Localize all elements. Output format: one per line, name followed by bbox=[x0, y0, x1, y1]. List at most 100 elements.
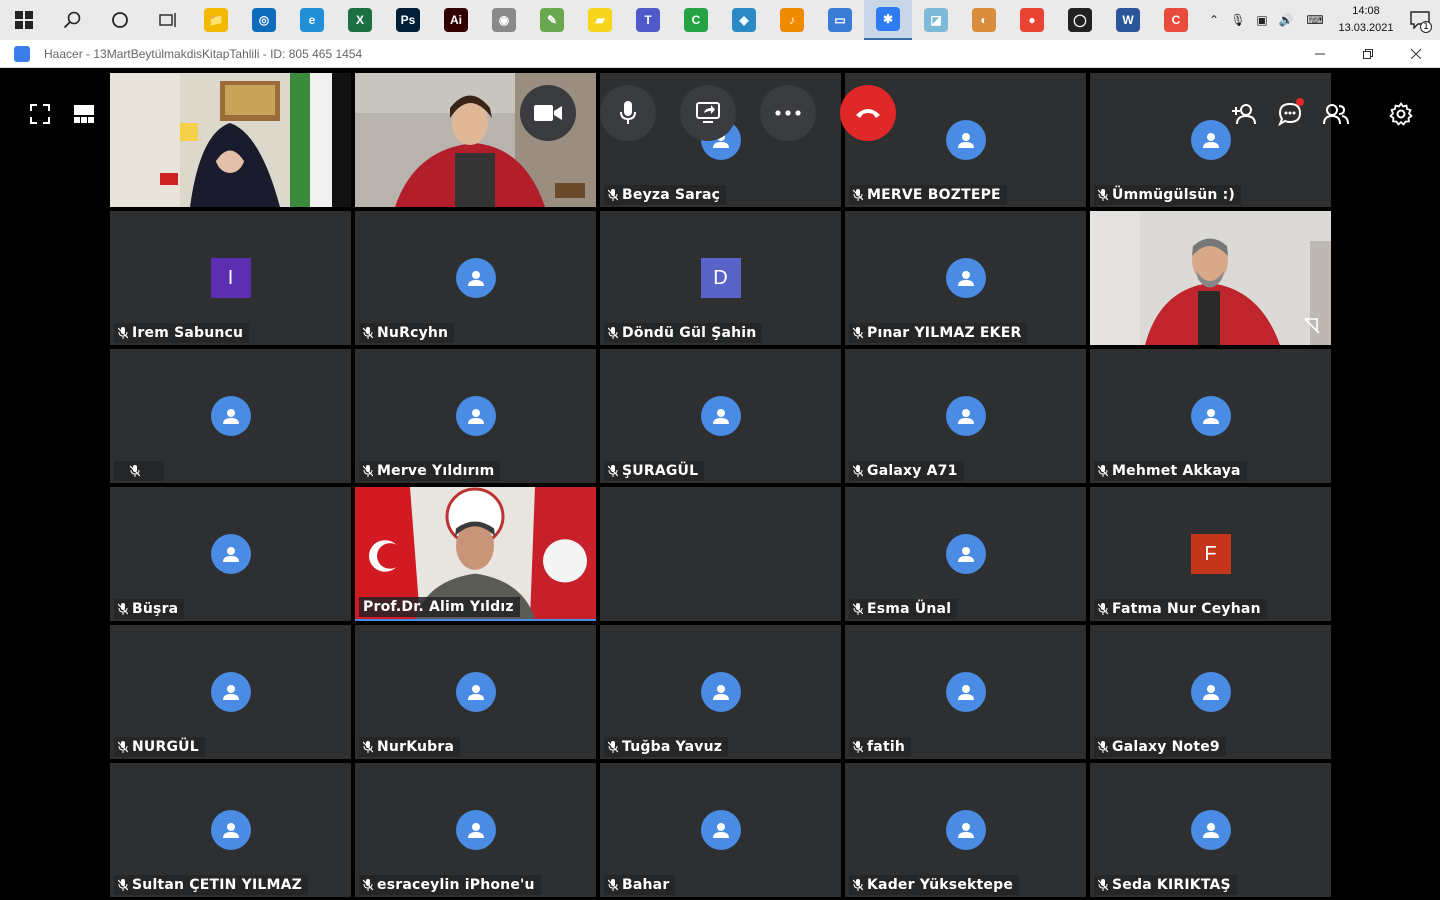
more-options-button[interactable] bbox=[760, 85, 816, 141]
hang-up-button[interactable] bbox=[840, 85, 896, 141]
taskbar-app-button[interactable]: ▭ bbox=[816, 0, 864, 40]
search-button[interactable] bbox=[48, 0, 96, 40]
participant-name-tag: Büşra bbox=[114, 599, 185, 619]
taskbar-app-button[interactable]: C bbox=[1152, 0, 1200, 40]
network-icon[interactable]: ▣ bbox=[1250, 0, 1274, 40]
chat-button[interactable] bbox=[1274, 98, 1306, 130]
participant-tile[interactable]: Tuğba Yavuz bbox=[600, 625, 841, 759]
participant-tile[interactable]: Galaxy Note9 bbox=[1090, 625, 1331, 759]
start-button[interactable] bbox=[0, 0, 48, 40]
participant-tile[interactable]: F Fatma Nur Ceyhan bbox=[1090, 487, 1331, 621]
participant-tile[interactable]: Merve Yıldırım bbox=[355, 349, 596, 483]
taskbar-app-button[interactable]: Ps bbox=[384, 0, 432, 40]
participant-tile[interactable]: Büşra bbox=[110, 487, 351, 621]
clock[interactable]: 14:08 13.03.2021 bbox=[1332, 3, 1400, 37]
obs-icon: ◯ bbox=[1068, 8, 1092, 32]
minimize-button[interactable] bbox=[1296, 40, 1344, 68]
participant-tile[interactable]: Mehmet Akkaya bbox=[1090, 349, 1331, 483]
taskbar-app-button[interactable]: ● bbox=[1008, 0, 1056, 40]
person-icon bbox=[467, 685, 484, 700]
participant-initial: F bbox=[1190, 534, 1231, 574]
taskbar-app-button[interactable]: ◐ bbox=[960, 0, 1008, 40]
mic-muted-icon bbox=[608, 327, 618, 339]
person-icon bbox=[1202, 823, 1219, 838]
outlook-icon: ◎ bbox=[252, 8, 276, 32]
taskbar-app-button[interactable]: ✱ bbox=[864, 0, 912, 40]
participant-tile[interactable]: Seda KIRIKTAŞ bbox=[1090, 763, 1331, 897]
taskbar-app-button[interactable]: ♪ bbox=[768, 0, 816, 40]
taskbar-app-button[interactable]: X bbox=[336, 0, 384, 40]
mic-muted-icon bbox=[1098, 465, 1108, 477]
participant-tile[interactable]: esraceylin iPhone'u bbox=[355, 763, 596, 897]
participants-button[interactable] bbox=[1320, 98, 1352, 130]
participant-tile[interactable]: I Irem Sabuncu bbox=[110, 211, 351, 345]
participant-tile[interactable]: Galaxy A71 bbox=[845, 349, 1086, 483]
fl-studio-icon: ♪ bbox=[780, 8, 804, 32]
expand-tile-icon[interactable] bbox=[1303, 317, 1321, 335]
mic-muted-icon bbox=[853, 879, 863, 891]
chevron-up-icon[interactable]: ⌃ bbox=[1202, 0, 1226, 40]
taskbar-app-button[interactable]: 📁 bbox=[192, 0, 240, 40]
taskbar-app-button[interactable]: Ai bbox=[432, 0, 480, 40]
video-camera-icon bbox=[534, 105, 562, 121]
participant-tile[interactable]: ŞURAGÜL bbox=[600, 349, 841, 483]
participant-name: Irem Sabuncu bbox=[132, 325, 244, 341]
taskbar-app-button[interactable]: ✎ bbox=[528, 0, 576, 40]
participant-tile[interactable]: NuRcyhn bbox=[355, 211, 596, 345]
cortana-button[interactable] bbox=[96, 0, 144, 40]
participant-name-tag: ŞURAGÜL bbox=[604, 461, 705, 481]
close-button[interactable] bbox=[1392, 40, 1440, 68]
settings-button[interactable] bbox=[1385, 98, 1417, 130]
keyboard-icon[interactable]: ⌨ bbox=[1298, 0, 1332, 40]
participant-name-tag: NURGÜL bbox=[114, 737, 205, 757]
action-center-button[interactable]: 1 bbox=[1400, 0, 1440, 40]
taskbar-app-button[interactable]: ◉ bbox=[480, 0, 528, 40]
participant-tile[interactable]: NurKubra bbox=[355, 625, 596, 759]
taskbar-app-button[interactable]: ◪ bbox=[912, 0, 960, 40]
participant-tile[interactable]: NURGÜL bbox=[110, 625, 351, 759]
participant-tile[interactable]: fatih bbox=[845, 625, 1086, 759]
more-dots-icon bbox=[775, 110, 801, 116]
taskbar-app-button[interactable]: ◯ bbox=[1056, 0, 1104, 40]
participant-tile[interactable] bbox=[110, 73, 351, 207]
mic-toggle-button[interactable] bbox=[600, 85, 656, 141]
participant-tile[interactable]: Prof.Dr. Alim Yıldız bbox=[355, 487, 596, 621]
mic-muted-icon bbox=[363, 465, 373, 477]
participant-tile[interactable] bbox=[600, 487, 841, 621]
share-screen-button[interactable] bbox=[680, 85, 736, 141]
fullscreen-button[interactable] bbox=[24, 98, 56, 130]
taskbar-app-button[interactable]: C bbox=[672, 0, 720, 40]
participant-name-tag: fatih bbox=[849, 737, 911, 757]
participant-tile[interactable]: Pınar YILMAZ EKER bbox=[845, 211, 1086, 345]
layout-button[interactable] bbox=[68, 98, 100, 130]
participant-name: esraceylin iPhone'u bbox=[377, 877, 535, 893]
camera-toggle-button[interactable] bbox=[520, 85, 576, 141]
volume-icon[interactable]: 🔊 bbox=[1274, 0, 1298, 40]
restore-button[interactable] bbox=[1344, 40, 1392, 68]
participant-name: Prof.Dr. Alim Yıldız bbox=[363, 599, 514, 615]
task-view-button[interactable] bbox=[144, 0, 192, 40]
app-logo-icon bbox=[14, 45, 30, 62]
taskbar-app-button[interactable]: ◎ bbox=[240, 0, 288, 40]
participant-name: Ümmügülsün :) bbox=[1112, 187, 1236, 203]
participant-tile[interactable]: Ümmügülsün :) bbox=[1090, 73, 1331, 207]
mic-muted-icon bbox=[1098, 603, 1108, 615]
participant-tile[interactable]: Kader Yüksektepe bbox=[845, 763, 1086, 897]
invite-participant-button[interactable] bbox=[1228, 98, 1260, 130]
taskbar-app-button[interactable]: W bbox=[1104, 0, 1152, 40]
microphone-icon bbox=[620, 101, 636, 124]
participant-tile[interactable]: Sultan ÇETIN YILMAZ bbox=[110, 763, 351, 897]
participant-tile[interactable]: Esma Ünal bbox=[845, 487, 1086, 621]
clock-date: 13.03.2021 bbox=[1338, 22, 1394, 34]
participant-tile[interactable] bbox=[110, 349, 351, 483]
participant-tile[interactable] bbox=[1090, 211, 1331, 345]
taskbar-app-button[interactable]: ▰ bbox=[576, 0, 624, 40]
word-icon: W bbox=[1116, 8, 1140, 32]
taskbar-app-button[interactable]: e bbox=[288, 0, 336, 40]
taskbar-app-button[interactable]: ◈ bbox=[720, 0, 768, 40]
taskbar: 📁 ◎ e X Ps Ai ◉ ✎ ▰ T C ◈ ♪ ▭ ✱ ◪ ◐ ● ◯ W C ⌃ 🎙 ▣ 🔊 ⌨ 14:08 … bbox=[0, 0, 1440, 40]
participant-tile[interactable]: D Döndü Gül Şahin bbox=[600, 211, 841, 345]
taskbar-app-button[interactable]: T bbox=[624, 0, 672, 40]
microphone-icon[interactable]: 🎙 bbox=[1226, 0, 1250, 40]
participant-tile[interactable]: Bahar bbox=[600, 763, 841, 897]
